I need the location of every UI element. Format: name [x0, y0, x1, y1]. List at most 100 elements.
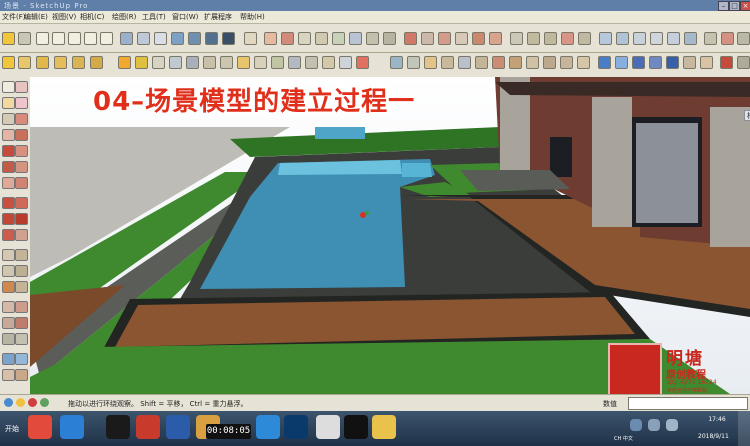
material-icon[interactable]	[135, 56, 148, 69]
menu-tools[interactable]: 工具(T)	[142, 12, 166, 22]
menu-camera[interactable]: 相机(C)	[80, 12, 104, 22]
scale-icon[interactable]	[332, 32, 345, 45]
eraser-tool-icon[interactable]	[15, 97, 28, 109]
red-tool-icon[interactable]	[720, 56, 733, 69]
export-icon[interactable]	[458, 56, 471, 69]
position-camera-tool-icon[interactable]	[2, 369, 15, 381]
record-icon[interactable]	[344, 415, 368, 439]
xray-icon[interactable]	[120, 32, 133, 45]
ie-icon[interactable]	[60, 415, 84, 439]
monochrome-icon[interactable]	[205, 32, 218, 45]
followme-icon[interactable]	[315, 32, 328, 45]
drop-icon[interactable]	[683, 56, 696, 69]
solid-subtract-icon[interactable]	[616, 32, 629, 45]
followme-tool-icon[interactable]	[15, 213, 28, 225]
move-tool-icon[interactable]	[2, 197, 15, 209]
clock-date[interactable]: 2018/9/11	[698, 433, 729, 440]
task-app-1-icon[interactable]	[28, 415, 52, 439]
frame-icon[interactable]	[220, 56, 233, 69]
arrow-blue-icon[interactable]	[598, 56, 611, 69]
protractor-tool-icon[interactable]	[2, 265, 15, 277]
pushpull-tool-icon[interactable]	[15, 197, 28, 209]
menu-draw[interactable]: 绘图(R)	[112, 12, 136, 22]
mirror-icon[interactable]	[649, 56, 662, 69]
ies-icon[interactable]	[237, 56, 250, 69]
fog-icon[interactable]	[36, 56, 49, 69]
photoshop-icon[interactable]	[284, 415, 308, 439]
start-button[interactable]: 开始	[0, 421, 24, 437]
zoomext-tool-icon[interactable]	[2, 333, 15, 345]
solid-trim-icon[interactable]	[633, 32, 646, 45]
overflow-icon[interactable]	[737, 56, 750, 69]
tray-battery-icon[interactable]	[666, 419, 678, 431]
pie-tool-icon[interactable]	[15, 177, 28, 189]
drape-icon[interactable]	[544, 32, 557, 45]
plugin-e-icon[interactable]	[560, 56, 573, 69]
clock-time[interactable]: 17:46	[700, 416, 734, 423]
sketchup-icon[interactable]	[136, 415, 160, 439]
menu-edit[interactable]: 编辑(E)	[24, 12, 48, 22]
more-tools-icon[interactable]	[737, 32, 750, 45]
measurements-input[interactable]	[628, 397, 748, 410]
plane-icon[interactable]	[305, 56, 318, 69]
menu-view[interactable]: 视图(V)	[52, 12, 76, 22]
select-tool-icon[interactable]	[2, 81, 15, 93]
text-tool-icon[interactable]	[15, 265, 28, 277]
show-desktop-button[interactable]	[738, 411, 750, 446]
move-icon[interactable]	[264, 32, 277, 45]
plugin-c-icon[interactable]	[526, 56, 539, 69]
textured-icon[interactable]	[188, 32, 201, 45]
freehand-icon[interactable]	[472, 32, 485, 45]
component-icon[interactable]	[390, 56, 403, 69]
mesh-icon[interactable]	[288, 56, 301, 69]
tray-volume-icon[interactable]	[648, 419, 660, 431]
arc-tool-icon[interactable]	[2, 161, 15, 173]
select-icon[interactable]	[2, 32, 15, 45]
explorer-icon[interactable]	[372, 415, 396, 439]
section-tool-icon[interactable]	[15, 369, 28, 381]
outliner-icon[interactable]	[424, 56, 437, 69]
plugin-a-icon[interactable]	[492, 56, 505, 69]
rotrect-tool-icon[interactable]	[15, 129, 28, 141]
import-icon[interactable]	[475, 56, 488, 69]
sandbox-icon[interactable]	[510, 32, 523, 45]
browser-icon[interactable]	[256, 415, 280, 439]
render-icon[interactable]	[118, 56, 131, 69]
3dtext-tool-icon[interactable]	[15, 281, 28, 293]
lookaround-tool-icon[interactable]	[15, 353, 28, 365]
zoom-tool-icon[interactable]	[2, 317, 15, 329]
right-view-icon[interactable]	[68, 32, 81, 45]
paint-tool-icon[interactable]	[2, 97, 15, 109]
left-view-icon[interactable]	[100, 32, 113, 45]
paint-icon[interactable]	[721, 32, 734, 45]
axes-icon[interactable]	[404, 32, 417, 45]
proxy-icon[interactable]	[271, 56, 284, 69]
pushpull-icon[interactable]	[281, 32, 294, 45]
eraser-icon[interactable]	[18, 32, 31, 45]
menu-extensions[interactable]: 扩展程序	[204, 12, 232, 22]
component-tool-icon[interactable]	[15, 81, 28, 93]
word-icon[interactable]	[166, 415, 190, 439]
light-icon[interactable]	[54, 56, 67, 69]
array-icon[interactable]	[666, 56, 679, 69]
plugin-d-icon[interactable]	[543, 56, 556, 69]
solid-shell-icon[interactable]	[667, 32, 680, 45]
axes-tool-icon[interactable]	[2, 281, 15, 293]
scenes-icon[interactable]	[441, 56, 454, 69]
batch-icon[interactable]	[186, 56, 199, 69]
dome-icon[interactable]	[254, 56, 267, 69]
freehand-tool-icon[interactable]	[15, 113, 28, 125]
lamp-icon[interactable]	[72, 56, 85, 69]
tray-network-icon[interactable]	[630, 419, 642, 431]
sun-icon[interactable]	[2, 56, 15, 69]
protractor-icon[interactable]	[383, 32, 396, 45]
stamp-icon[interactable]	[527, 32, 540, 45]
credits-icon[interactable]	[16, 398, 25, 407]
settings-icon[interactable]	[152, 56, 165, 69]
prevview-tool-icon[interactable]	[15, 333, 28, 345]
arc3-tool-icon[interactable]	[2, 177, 15, 189]
plugin-f-icon[interactable]	[577, 56, 590, 69]
help-icon[interactable]	[40, 398, 49, 407]
camera-icon[interactable]	[203, 56, 216, 69]
plugin-b-icon[interactable]	[509, 56, 522, 69]
